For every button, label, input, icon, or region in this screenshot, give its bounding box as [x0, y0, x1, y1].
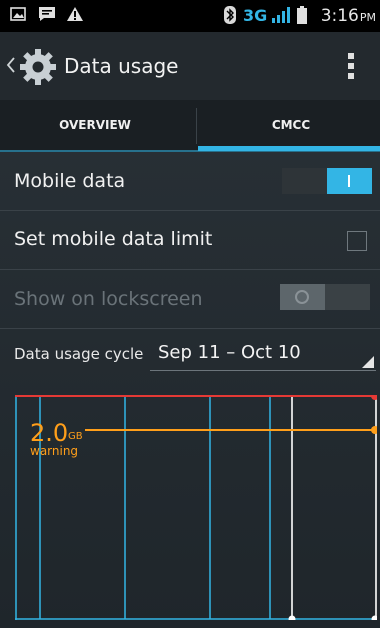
- mobile-data-switch[interactable]: [282, 168, 372, 194]
- battery-icon: [297, 6, 307, 28]
- clock: 3:16PM: [320, 6, 376, 26]
- set-limit-label: Set mobile data limit: [14, 228, 213, 250]
- tab-selected-indicator: [198, 146, 380, 151]
- action-bar: Data usage: [0, 32, 380, 100]
- set-limit-checkbox[interactable]: [347, 231, 367, 251]
- network-type: 3G: [243, 6, 268, 25]
- message-icon: [38, 6, 56, 26]
- lockscreen-switch[interactable]: [280, 284, 370, 310]
- back-icon[interactable]: [6, 56, 16, 78]
- cycle-value: Sep 11 – Oct 10: [158, 342, 301, 363]
- cycle-dropdown[interactable]: Sep 11 – Oct 10: [150, 338, 376, 371]
- data-usage-chart: 2.0 GB warning: [15, 392, 379, 623]
- settings-gear-icon[interactable]: [18, 47, 58, 91]
- tab-bar: OVERVIEW CMCC: [0, 100, 380, 152]
- overflow-menu-icon[interactable]: [347, 52, 355, 84]
- row-lockscreen[interactable]: Show on lockscreen: [0, 270, 380, 329]
- cycle-label: Data usage cycle: [14, 345, 144, 363]
- tab-overview[interactable]: OVERVIEW: [0, 100, 190, 152]
- cycle-start-handle-knob[interactable]: [288, 615, 296, 623]
- screen: 3G 3:16PM Data usage OVERVIEW CMCC Mobil…: [0, 0, 380, 628]
- signal-icon: [270, 6, 290, 28]
- switch-thumb-off: [280, 284, 325, 310]
- chart-svg: 2.0 GB warning: [15, 392, 379, 623]
- status-bar: 3G 3:16PM: [0, 0, 380, 32]
- bluetooth-icon: [223, 6, 237, 28]
- lockscreen-label: Show on lockscreen: [14, 288, 203, 310]
- page-title: Data usage: [64, 54, 179, 78]
- dropdown-corner-icon: [362, 356, 374, 368]
- cycle-end-handle-knob[interactable]: [371, 615, 379, 623]
- tab-cmcc[interactable]: CMCC: [196, 100, 380, 152]
- switch-thumb-on: [327, 168, 372, 194]
- gallery-icon: [10, 6, 26, 26]
- warning-icon: [66, 6, 84, 26]
- row-mobile-data[interactable]: Mobile data: [0, 152, 380, 211]
- warning-label: warning: [30, 444, 78, 458]
- warning-value: 2.0: [30, 419, 68, 447]
- mobile-data-label: Mobile data: [14, 170, 126, 192]
- warning-handle[interactable]: [371, 426, 379, 434]
- warning-unit: GB: [68, 431, 83, 442]
- row-set-limit[interactable]: Set mobile data limit: [0, 211, 380, 270]
- limit-handle[interactable]: [371, 392, 379, 400]
